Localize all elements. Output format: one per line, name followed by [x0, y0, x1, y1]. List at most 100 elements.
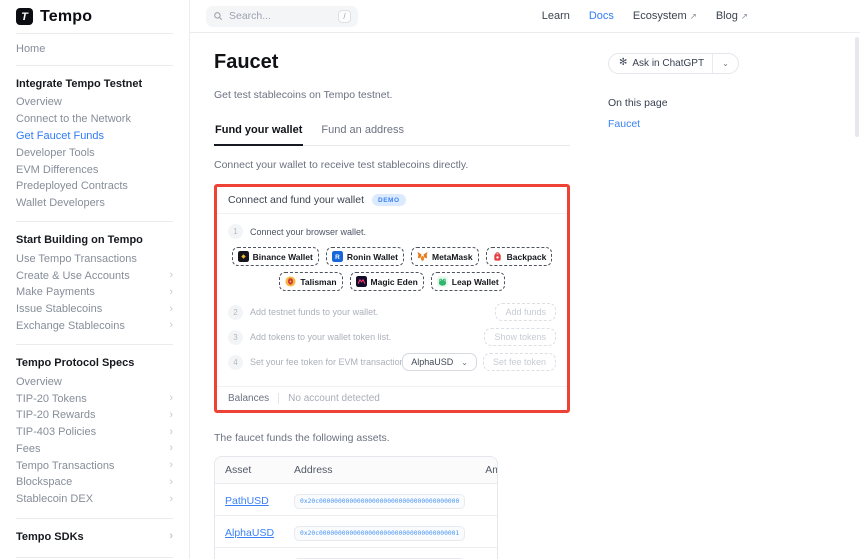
balances-label[interactable]: Balances	[228, 393, 269, 404]
brand-logo[interactable]: T Tempo	[0, 0, 189, 33]
chevron-right-icon: ›	[169, 460, 173, 471]
tab-fund-an-address[interactable]: Fund an address	[320, 119, 405, 145]
step-text: Set your fee token for EVM transactions.	[250, 357, 402, 367]
set-fee-token-button[interactable]: Set fee token	[483, 353, 556, 371]
chevron-right-icon: ›	[169, 410, 173, 421]
wallet-button-ronin-wallet[interactable]: R Ronin Wallet	[326, 247, 404, 266]
table-row: BetaUSD0x20c0000000000000000000000000000…	[215, 548, 498, 559]
step-number: 1	[228, 224, 243, 239]
topnav-blog[interactable]: Blog↗	[716, 10, 748, 22]
sidebar-item-label: TIP-20 Rewards	[16, 409, 95, 421]
sidebar-item-label: Stablecoin DEX	[16, 493, 93, 505]
sidebar-item-evm-differences[interactable]: EVM Differences	[16, 161, 173, 178]
wallet-button-leap-wallet[interactable]: Leap Wallet	[431, 272, 505, 291]
sidebar-item-label: Connect to the Network	[16, 113, 131, 125]
topnav-docs[interactable]: Docs	[589, 10, 614, 22]
external-link-icon: ↗	[690, 11, 697, 21]
toc-link-faucet[interactable]: Faucet	[608, 118, 739, 130]
wallet-button-label: MetaMask	[432, 252, 473, 262]
sidebar-item-tip-403-policies[interactable]: TIP-403 Policies›	[16, 424, 173, 441]
top-nav: Learn Docs Ecosystem↗ Blog↗	[542, 10, 748, 22]
wallet-button-talisman[interactable]: Talisman	[279, 272, 342, 291]
address-cell: 0x20c00000000000000000000000000000000000…	[284, 548, 475, 559]
page-subtitle: Get test stablecoins on Tempo testnet.	[214, 89, 570, 101]
sidebar-section-title-integrate-tempo-testnet: Integrate Tempo Testnet	[16, 75, 173, 94]
sidebar-item-overview[interactable]: Overview	[16, 94, 173, 111]
ask-in-chatgpt-button[interactable]: ✻ Ask in ChatGPT ⌄	[608, 53, 739, 74]
sidebar-item-stablecoin-dex[interactable]: Stablecoin DEX›	[16, 491, 173, 508]
sidebar-item-get-faucet-funds[interactable]: Get Faucet Funds	[16, 128, 173, 145]
section-title-label: Integrate Tempo Testnet	[16, 78, 142, 90]
fee-token-select-value: AlphaUSD	[411, 357, 453, 367]
on-this-page-title: On this page	[608, 97, 739, 109]
fee-token-select[interactable]: AlphaUSD⌄	[402, 353, 477, 371]
sidebar-item-developer-tools[interactable]: Developer Tools	[16, 144, 173, 161]
ask-button-label: Ask in ChatGPT	[632, 58, 704, 69]
sidebar-item-wallet-developers[interactable]: Wallet Developers	[16, 195, 173, 212]
amount-cell: 1M	[475, 516, 498, 548]
wallet-button-magic-eden[interactable]: Magic Eden	[350, 272, 424, 291]
scrollbar[interactable]	[855, 37, 859, 137]
sidebar-item-tip-20-rewards[interactable]: TIP-20 Rewards ›	[16, 407, 173, 424]
content: Faucet Get test stablecoins on Tempo tes…	[190, 33, 860, 559]
sidebar-item-home[interactable]: Home	[0, 34, 189, 65]
sidebar-item-create-use-accounts[interactable]: Create & Use Accounts›	[16, 267, 173, 284]
main-area: Search... / Learn Docs Ecosystem↗ Blog↗ Fau…	[190, 0, 860, 559]
step-number: 2	[228, 305, 243, 320]
sidebar-section-tempo-protocol-specs: Tempo Protocol Specs OverviewTIP-20 Token…	[0, 345, 189, 517]
sidebar-item-tip-20-tokens[interactable]: TIP-20 Tokens›	[16, 390, 173, 407]
sidebar-section-title-tempo-sdks[interactable]: Tempo SDKs›	[16, 528, 173, 547]
step-4-row: 4 Set your fee token for EVM transactions…	[228, 353, 556, 371]
magic-eden-icon	[356, 276, 367, 287]
sidebar-item-label: Create & Use Accounts	[16, 270, 130, 282]
sidebar-item-overview[interactable]: Overview	[16, 373, 173, 390]
sidebar-item-predeployed-contracts[interactable]: Predeployed Contracts	[16, 178, 173, 195]
sidebar-item-label: Wallet Developers	[16, 197, 105, 209]
widget-title: Connect and fund your wallet	[228, 194, 364, 206]
chevron-right-icon: ›	[169, 320, 173, 331]
metamask-icon	[417, 251, 428, 262]
topnav-ecosystem[interactable]: Ecosystem↗	[633, 10, 697, 22]
wallet-button-label: Magic Eden	[371, 277, 418, 287]
search-icon	[213, 11, 223, 21]
wallet-button-binance-wallet[interactable]: Binance Wallet	[232, 247, 319, 266]
tab-hint: Connect your wallet to receive test stab…	[214, 159, 570, 171]
sidebar-item-blockspace[interactable]: Blockspace›	[16, 474, 173, 491]
chevron-right-icon: ›	[169, 477, 173, 488]
openai-icon: ✻	[619, 58, 627, 68]
show-tokens-button[interactable]: Show tokens	[484, 328, 556, 346]
search-input[interactable]: Search... /	[206, 6, 358, 27]
section-title-label: Tempo Protocol Specs	[16, 357, 134, 369]
sidebar-section-start-building-on-tempo: Start Building on TempoUse Tempo Transac…	[0, 222, 189, 344]
tab-bar: Fund your wallet Fund an address	[214, 119, 570, 146]
asset-link-pathusd[interactable]: PathUSD	[225, 495, 269, 507]
sidebar-item-use-tempo-transactions[interactable]: Use Tempo Transactions	[16, 250, 173, 267]
svg-text:R: R	[335, 254, 340, 261]
add-funds-button[interactable]: Add funds	[495, 303, 556, 321]
chevron-down-icon[interactable]: ⌄	[713, 54, 738, 73]
wallet-button-backpack[interactable]: Backpack	[486, 247, 553, 266]
sidebar-section-tempo-sdks: Tempo SDKs›	[0, 519, 189, 557]
wallet-button-metamask[interactable]: MetaMask	[411, 247, 479, 266]
slash-shortcut-key: /	[338, 10, 351, 23]
sidebar-item-label: Predeployed Contracts	[16, 180, 128, 192]
connect-widget-highlight: Connect and fund your wallet DEMO 1 Conn…	[214, 184, 570, 413]
tab-fund-your-wallet[interactable]: Fund your wallet	[214, 119, 303, 146]
sidebar-item-fees[interactable]: Fees›	[16, 441, 173, 458]
column-header-amount: Amount	[475, 457, 498, 484]
wallet-button-label: Ronin Wallet	[347, 252, 398, 262]
sidebar-item-tempo-transactions[interactable]: Tempo Transactions›	[16, 457, 173, 474]
external-link-icon: ↗	[741, 11, 748, 21]
asset-link-alphausd[interactable]: AlphaUSD	[225, 527, 274, 539]
talisman-icon	[285, 276, 296, 287]
topnav-learn[interactable]: Learn	[542, 10, 570, 22]
sidebar-item-label: Overview	[16, 96, 62, 108]
amount-cell: 1M	[475, 484, 498, 516]
sidebar-item-issue-stablecoins[interactable]: Issue Stablecoins›	[16, 301, 173, 318]
table-row: AlphaUSD0x20c000000000000000000000000000…	[215, 516, 498, 548]
step-number: 4	[228, 355, 243, 370]
sidebar-item-exchange-stablecoins[interactable]: Exchange Stablecoins›	[16, 318, 173, 335]
sidebar-item-make-payments[interactable]: Make Payments›	[16, 284, 173, 301]
step-number: 3	[228, 330, 243, 345]
sidebar-item-connect-to-the-network[interactable]: Connect to the Network	[16, 111, 173, 128]
